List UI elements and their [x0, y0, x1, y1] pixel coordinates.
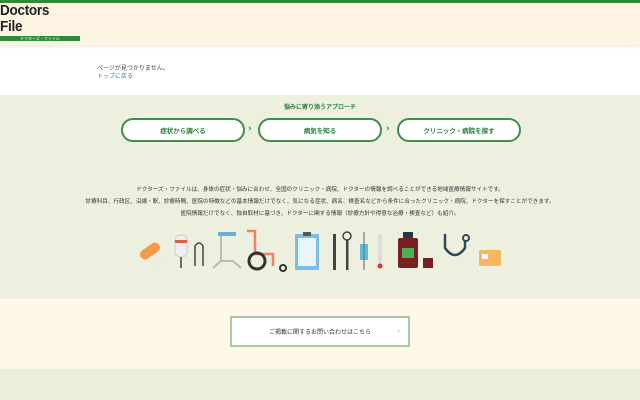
- listing-inquiry-label: ご掲載に関するお問い合わせはこちら: [268, 329, 371, 336]
- logo-text: Doctors File: [0, 2, 50, 35]
- approach-section: 悩みに寄り添うアプローチ 症状から調べる › 病気を知る › クリニック・病院を…: [0, 95, 640, 299]
- wheelchair-icon: [247, 229, 287, 272]
- chevron-right-icon: ›: [386, 124, 390, 134]
- find-clinic-button[interactable]: クリニック・病院を探す: [397, 118, 521, 142]
- description-line: 診療科目、行政区、沿線・駅、診療時間、医院の特徴などの基本情報だけでなく、気にな…: [85, 199, 555, 205]
- chevron-right-icon: ›: [248, 124, 252, 134]
- footer: [0, 369, 640, 400]
- syringe-icon: [360, 232, 368, 270]
- dental-tools-icon: [333, 231, 352, 270]
- description-line: 医院情報だけでなく、独自取材に基づき、ドクターに関する情報（診療方針や得意な治療…: [180, 211, 460, 217]
- listing-inquiry-button[interactable]: ご掲載に関するお問い合わせはこちら ›: [230, 316, 410, 347]
- medical-card-icon: [479, 250, 501, 266]
- site-description: ドクターズ・ファイルは、身体の症状・悩みに合わせ、全国のクリニック・病院、ドクタ…: [0, 184, 640, 220]
- logo-subtitle: ドクターズ・ファイル: [0, 36, 80, 41]
- pill-icon: [140, 242, 163, 266]
- dental-chart-icon: [295, 232, 319, 270]
- doctors-file-logo[interactable]: Doctors File ドクターズ・ファイル: [0, 3, 80, 41]
- walker-icon: [212, 232, 242, 269]
- description-line: ドクターズ・ファイルは、身体の症状・悩みに合わせ、全国のクリニック・病院、ドクタ…: [136, 187, 504, 193]
- iv-bag-icon: [174, 234, 204, 268]
- thermometer-icon: [377, 234, 383, 269]
- medicine-bottle-icon: [398, 232, 433, 268]
- learn-disease-button[interactable]: 病気を知る: [258, 118, 382, 142]
- site-header: Doctors File ドクターズ・ファイル: [0, 3, 640, 45]
- medical-illustrations: [140, 229, 501, 272]
- stethoscope-icon: [443, 234, 470, 257]
- back-to-top-link[interactable]: トップに戻る: [97, 71, 133, 80]
- chevron-right-icon: ›: [397, 327, 400, 335]
- approach-title: 悩みに寄り添うアプローチ: [283, 104, 356, 111]
- search-by-symptom-button[interactable]: 症状から調べる: [121, 118, 245, 142]
- contact-section: ご掲載に関するお問い合わせはこちら ›: [0, 299, 640, 369]
